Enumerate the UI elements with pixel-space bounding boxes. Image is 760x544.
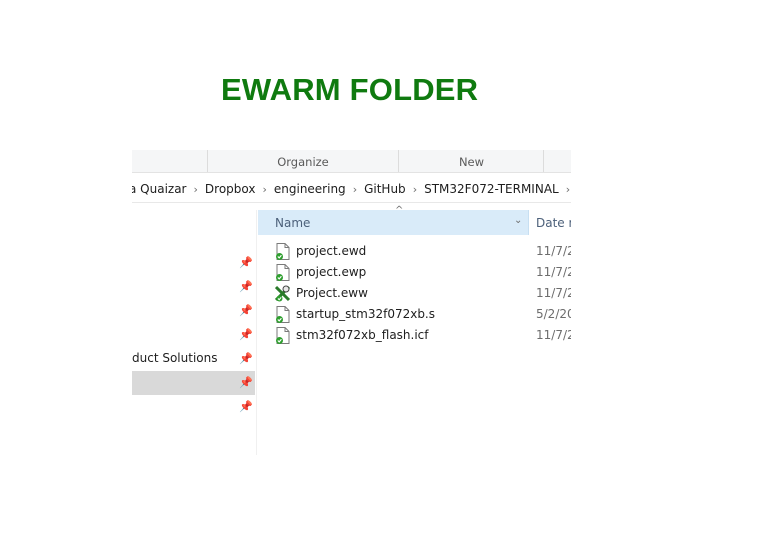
file-date: 5/2/20: [536, 307, 571, 321]
chevron-down-icon[interactable]: ⌄: [514, 215, 522, 226]
file-name: startup_stm32f072xb.s: [296, 307, 436, 321]
nav-item-product-solutions[interactable]: duct Solutions 📌: [132, 347, 255, 371]
file-row[interactable]: project.ewd 11/7/2(: [258, 241, 571, 262]
pin-icon[interactable]: 📌: [239, 352, 253, 365]
file-date: 11/7/2(: [536, 286, 571, 300]
document-icon: [276, 327, 290, 344]
document-icon: [276, 243, 290, 260]
document-icon: [276, 306, 290, 323]
pin-icon[interactable]: 📌: [239, 280, 253, 293]
chevron-right-icon[interactable]: ›: [187, 177, 205, 202]
nav-item[interactable]: 📌: [132, 395, 255, 419]
pin-icon[interactable]: 📌: [239, 304, 253, 317]
chevron-right-icon[interactable]: ›: [346, 177, 364, 202]
file-date: 11/7/2(: [536, 328, 571, 342]
pane-divider[interactable]: [256, 210, 257, 455]
ribbon-group-next: [543, 150, 571, 172]
file-name: project.ewp: [296, 265, 367, 279]
ribbon-group-new[interactable]: New: [398, 150, 544, 172]
nav-item[interactable]: 📌: [132, 251, 255, 275]
file-row[interactable]: Project.eww 11/7/2(: [258, 283, 571, 304]
breadcrumb-item[interactable]: a Quaizar: [132, 177, 187, 202]
nav-item[interactable]: 📌: [132, 323, 255, 347]
file-name: stm32f072xb_flash.icf: [296, 328, 429, 342]
file-date: 11/7/2(: [536, 244, 571, 258]
file-explorer-window: Organize New a Quaizar › Dropbox › engineeri…: [132, 150, 571, 455]
ribbon-group-label: Organize: [277, 155, 329, 169]
document-icon: [276, 264, 290, 281]
breadcrumb[interactable]: a Quaizar › Dropbox › engineering › GitHub › STM…: [132, 177, 571, 203]
navigation-pane: 📌 📌 📌 📌 duct Solutions 📌 📌 📌: [132, 210, 255, 455]
breadcrumb-item[interactable]: engineering: [274, 177, 346, 202]
pin-icon[interactable]: 📌: [239, 400, 253, 413]
nav-item-selected[interactable]: 📌: [132, 371, 255, 395]
breadcrumb-item[interactable]: STM32F072-TERMINAL: [424, 177, 559, 202]
pin-icon[interactable]: 📌: [239, 256, 253, 269]
chevron-right-icon[interactable]: ›: [255, 177, 273, 202]
nav-item[interactable]: 📌: [132, 299, 255, 323]
column-header-date[interactable]: Date m: [536, 216, 571, 230]
file-row[interactable]: project.ewp 11/7/2(: [258, 262, 571, 283]
file-name: Project.eww: [296, 286, 368, 300]
pin-icon[interactable]: 📌: [239, 376, 253, 389]
breadcrumb-item[interactable]: GitHub: [364, 177, 406, 202]
column-header-name[interactable]: ^ Name ⌄: [258, 205, 529, 235]
column-header-row: ^ Name ⌄ Date m: [258, 205, 571, 235]
nav-item[interactable]: 📌: [132, 275, 255, 299]
ribbon-group-bar: Organize New: [132, 150, 571, 173]
file-date: 11/7/2(: [536, 265, 571, 279]
file-row[interactable]: startup_stm32f072xb.s 5/2/20: [258, 304, 571, 325]
chevron-right-icon[interactable]: ›: [559, 177, 571, 202]
nav-item-label: duct Solutions: [132, 351, 218, 365]
page-heading: EWARM FOLDER: [221, 72, 479, 107]
sort-ascending-icon: ^: [395, 205, 404, 216]
ribbon-group-label: New: [458, 155, 485, 169]
breadcrumb-item[interactable]: Dropbox: [205, 177, 256, 202]
pin-icon[interactable]: 📌: [239, 328, 253, 341]
column-header-label: Name: [275, 216, 311, 230]
chevron-right-icon[interactable]: ›: [406, 177, 424, 202]
ribbon-group-organize[interactable]: Organize: [207, 150, 398, 172]
workspace-icon: [275, 285, 291, 302]
file-name: project.ewd: [296, 244, 367, 258]
file-row[interactable]: stm32f072xb_flash.icf 11/7/2(: [258, 325, 571, 346]
